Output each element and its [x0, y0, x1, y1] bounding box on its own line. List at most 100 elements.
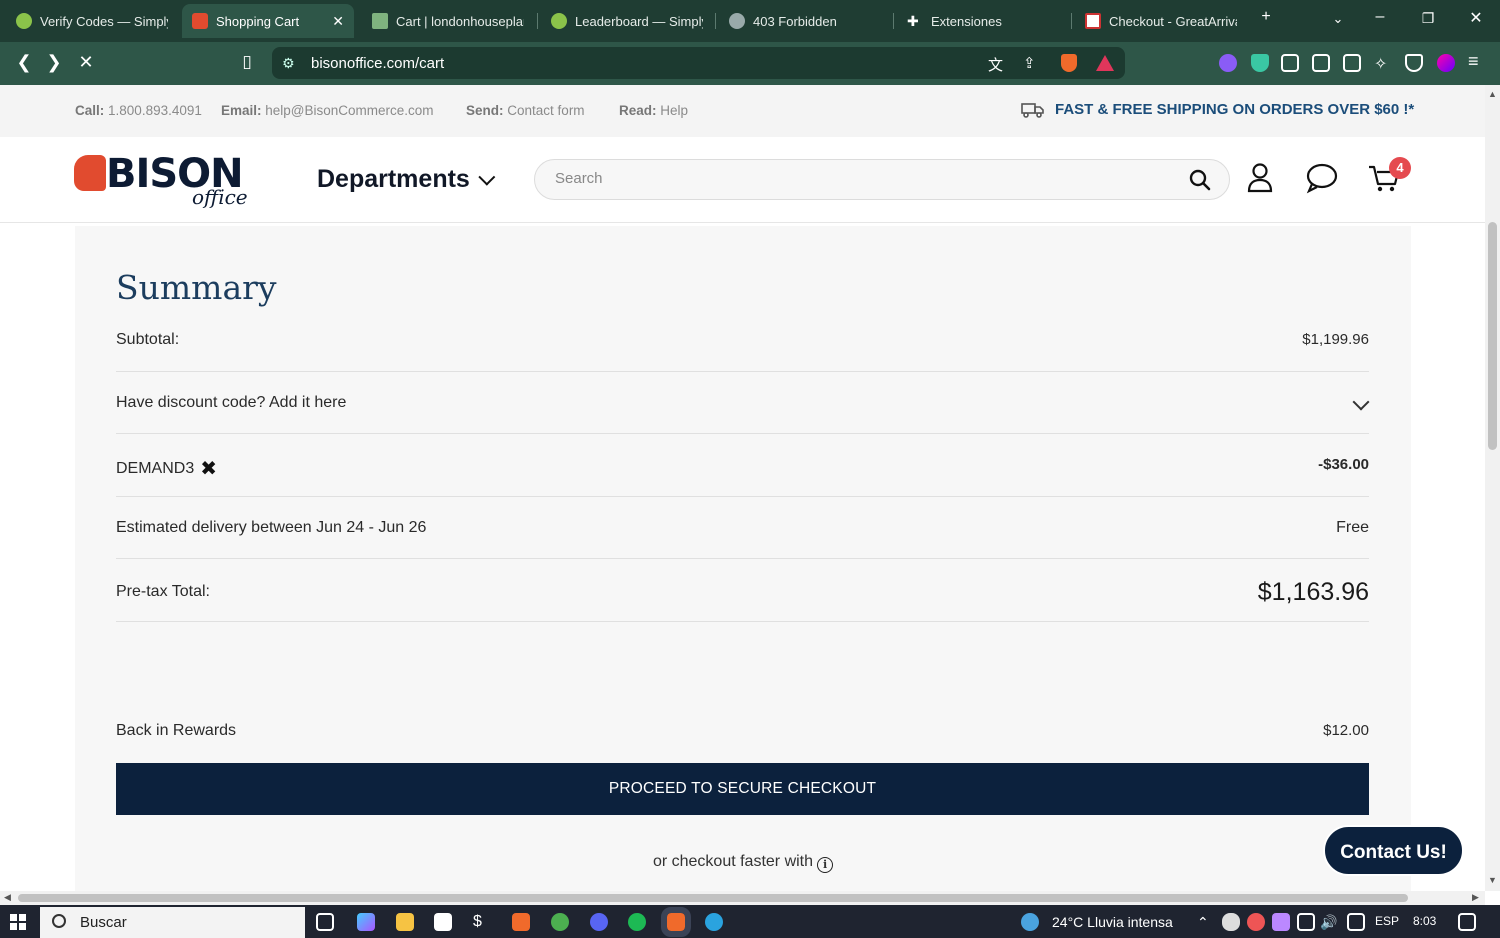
subtotal-label: Subtotal:: [116, 331, 180, 348]
tab-verify-codes[interactable]: Verify Codes — Simply: [6, 6, 178, 36]
search-icon[interactable]: [1189, 169, 1211, 191]
task-view-icon[interactable]: [316, 913, 334, 931]
pen-icon[interactable]: [1272, 913, 1290, 931]
stop-loading-icon[interactable]: ✕: [74, 52, 98, 73]
extension-purple-icon[interactable]: [1219, 54, 1237, 72]
onedrive-icon[interactable]: [1222, 913, 1240, 931]
read-info[interactable]: Read: Help: [619, 103, 688, 118]
scrollbar-thumb[interactable]: [1488, 222, 1497, 450]
brave-browser-icon[interactable]: [512, 913, 530, 931]
share-icon[interactable]: ⇪: [1023, 54, 1036, 72]
scroll-down-arrow-icon[interactable]: ▼: [1488, 875, 1497, 885]
tab-title: Checkout - GreatArriva: [1109, 13, 1237, 29]
tab-extensiones[interactable]: ✚ Extensiones: [897, 6, 1069, 36]
account-icon[interactable]: [1243, 161, 1277, 195]
chevron-down-icon[interactable]: [1352, 393, 1370, 411]
chrome-icon[interactable]: [551, 913, 569, 931]
bookmark-icon[interactable]: ▯: [235, 52, 259, 72]
horizontal-scrollbar[interactable]: ◀ ▶: [0, 891, 1485, 905]
discord-icon[interactable]: [590, 913, 608, 931]
read-label: Read:: [619, 103, 657, 118]
windows-start-icon[interactable]: [10, 914, 26, 930]
menu-icon[interactable]: ≡: [1468, 51, 1486, 71]
tab-list-chevron-icon[interactable]: ⌄: [1323, 11, 1353, 27]
email-value[interactable]: help@BisonCommerce.com: [265, 103, 433, 118]
back-icon[interactable]: ❮: [12, 52, 36, 73]
help-link[interactable]: Help: [660, 103, 688, 118]
tray-app-icon[interactable]: [1247, 913, 1265, 931]
minimize-icon[interactable]: –: [1365, 8, 1395, 26]
sidebar-icon[interactable]: [1312, 54, 1330, 72]
close-tab-icon[interactable]: ✕: [332, 13, 344, 30]
scroll-up-arrow-icon[interactable]: ▲: [1488, 89, 1497, 99]
remove-coupon-icon[interactable]: ✖: [200, 456, 217, 481]
clock[interactable]: 8:03: [1413, 914, 1436, 928]
forward-icon[interactable]: ❯: [42, 52, 66, 73]
file-explorer-icon[interactable]: [396, 913, 414, 931]
leo-ai-icon[interactable]: ✧: [1374, 54, 1392, 73]
tab-shopping-cart[interactable]: Shopping Cart ✕: [182, 4, 354, 38]
tab-checkout-greatarrival[interactable]: Checkout - GreatArriva: [1075, 6, 1247, 36]
tab-title: Leaderboard — Simply: [575, 13, 703, 29]
coupon-code-text: DEMAND3: [116, 460, 195, 477]
scrollbar-thumb[interactable]: [18, 894, 1408, 902]
taskbar-search-text[interactable]: Buscar: [80, 914, 127, 931]
translate-icon[interactable]: 文: [988, 54, 1003, 75]
site-info-icon[interactable]: ⚙: [282, 55, 295, 72]
info-icon[interactable]: i: [817, 857, 834, 873]
discount-prompt[interactable]: Have discount code? Add it here: [116, 394, 346, 412]
address-bar[interactable]: ⚙ bisonoffice.com/cart 文 ⇪: [272, 47, 1125, 79]
tab-403-forbidden[interactable]: 403 Forbidden: [719, 6, 891, 36]
url-text[interactable]: bisonoffice.com/cart: [311, 55, 444, 72]
call-info[interactable]: Call: 1.800.893.4091: [75, 103, 202, 118]
vpn-icon[interactable]: [1405, 54, 1423, 72]
taskbar-search[interactable]: Buscar: [40, 907, 305, 938]
extension-shield-icon[interactable]: [1251, 54, 1269, 72]
contact-us-button[interactable]: Contact Us!: [1323, 825, 1464, 876]
show-hidden-icons-icon[interactable]: ⌃: [1197, 914, 1209, 931]
divider: [116, 433, 1369, 434]
store-icon[interactable]: [434, 913, 452, 931]
language-indicator[interactable]: ESP: [1375, 914, 1399, 928]
network-icon[interactable]: [1297, 913, 1315, 931]
notifications-icon[interactable]: [1458, 913, 1476, 931]
close-window-icon[interactable]: ✕: [1461, 8, 1491, 28]
brave-shields-icon[interactable]: [1061, 54, 1077, 72]
wallet-icon[interactable]: [1343, 54, 1361, 72]
chevron-down-icon: [478, 168, 496, 186]
chat-icon[interactable]: [1305, 161, 1339, 195]
departments-menu[interactable]: Departments: [317, 165, 496, 194]
contact-form-link[interactable]: Contact form: [507, 103, 584, 118]
call-value[interactable]: 1.800.893.4091: [108, 103, 202, 118]
scroll-right-arrow-icon[interactable]: ▶: [1472, 892, 1479, 903]
copilot-icon[interactable]: [357, 913, 375, 931]
brave-active-icon[interactable]: [661, 907, 691, 937]
tab-separator: [537, 13, 538, 29]
display-icon[interactable]: [1347, 913, 1365, 931]
tab-cart-londonhouseplan[interactable]: Cart | londonhouseplan: [362, 6, 534, 36]
weather-icon[interactable]: [1021, 913, 1039, 931]
telegram-icon[interactable]: [705, 913, 723, 931]
search-bar: [534, 159, 1230, 200]
restore-icon[interactable]: ❐: [1413, 10, 1443, 27]
profile-avatar-icon[interactable]: [1437, 54, 1455, 72]
spotify-icon[interactable]: [628, 913, 646, 931]
vertical-scrollbar[interactable]: ▲ ▼: [1485, 85, 1500, 891]
discount-code-toggle[interactable]: Have discount code? Add it here: [116, 393, 1370, 414]
search-input[interactable]: [555, 170, 1155, 187]
tab-title: Cart | londonhouseplan: [396, 13, 524, 29]
simplycodes-favicon-icon: [16, 13, 32, 29]
bison-office-logo[interactable]: BISON office: [74, 151, 254, 213]
brave-rewards-icon[interactable]: [1096, 55, 1114, 71]
tab-separator: [893, 13, 894, 29]
new-tab-icon[interactable]: +: [1251, 8, 1281, 26]
volume-icon[interactable]: 🔊: [1320, 914, 1337, 931]
extensions-puzzle-icon[interactable]: [1281, 54, 1299, 72]
tab-leaderboard[interactable]: Leaderboard — Simply: [541, 6, 713, 36]
send-info[interactable]: Send: Contact form: [466, 103, 585, 118]
scroll-left-arrow-icon[interactable]: ◀: [4, 892, 11, 903]
email-info[interactable]: Email: help@BisonCommerce.com: [221, 103, 434, 118]
proceed-to-checkout-button[interactable]: PROCEED TO SECURE CHECKOUT: [116, 763, 1369, 815]
weather-text[interactable]: 24°C Lluvia intensa: [1052, 914, 1173, 930]
dollar-app-icon[interactable]: $: [473, 913, 491, 931]
